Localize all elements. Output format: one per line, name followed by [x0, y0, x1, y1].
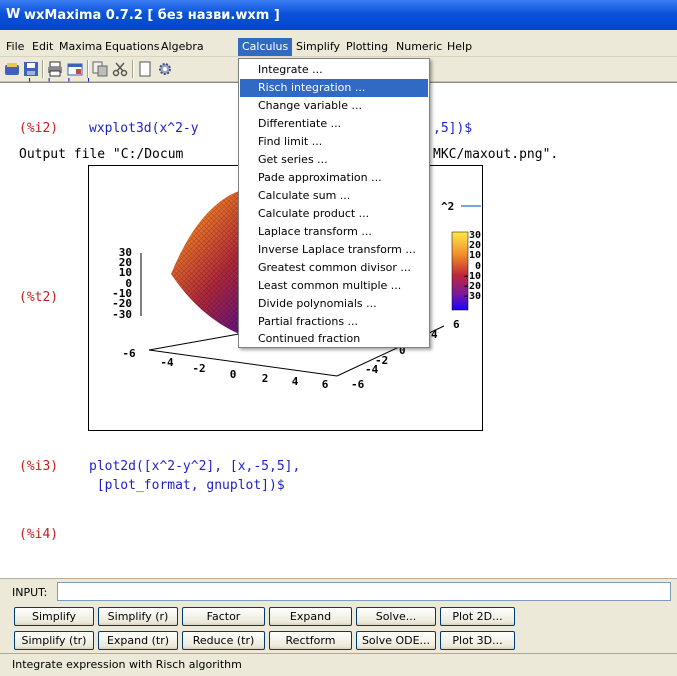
- solve-button[interactable]: Solve...: [356, 607, 436, 626]
- menu-item-lcm[interactable]: Least common multiple ...: [240, 277, 428, 295]
- menu-item-risch-integration[interactable]: Risch integration ...: [240, 79, 428, 97]
- menu-edit[interactable]: Edit: [28, 38, 57, 56]
- cut-icon[interactable]: [111, 60, 129, 78]
- menu-item-continued-fraction[interactable]: Continued fraction: [240, 331, 428, 347]
- menu-item-calculate-sum[interactable]: Calculate sum ...: [240, 187, 428, 205]
- menu-item-find-limit[interactable]: Find limit ...: [240, 133, 428, 151]
- menu-calculus[interactable]: Calculus: [238, 38, 293, 56]
- menu-simplify[interactable]: Simplify: [292, 38, 344, 56]
- open-icon[interactable]: [3, 60, 21, 78]
- status-bar: Integrate expression with Risch algorith…: [0, 653, 677, 676]
- preferences-icon[interactable]: [66, 60, 84, 78]
- cell-label-t2: (%t2): [19, 290, 59, 305]
- y-tick-neg2: -2: [375, 354, 388, 367]
- y-tick-6: 6: [453, 318, 460, 331]
- x-axis: [148, 349, 338, 377]
- cell-input-i3-line1[interactable]: plot2d([x^2-y^2], [x,-5,5],: [89, 459, 300, 474]
- toolbar-separator: [42, 60, 44, 78]
- menu-file[interactable]: File: [2, 38, 28, 56]
- print-icon[interactable]: [46, 60, 64, 78]
- menu-item-get-series[interactable]: Get series ...: [240, 151, 428, 169]
- input-bar: INPUT:: [0, 578, 677, 605]
- menu-help[interactable]: Help: [443, 38, 476, 56]
- save-icon[interactable]: [22, 60, 40, 78]
- menu-item-differentiate[interactable]: Differentiate ...: [240, 115, 428, 133]
- cell-label-i3: (%i3): [19, 459, 59, 474]
- menu-item-pade-approximation[interactable]: Pade approximation ...: [240, 169, 428, 187]
- x-tick-neg4: -4: [160, 356, 174, 369]
- x-tick-6: 6: [322, 378, 329, 391]
- expand-tr-button[interactable]: Expand (tr): [98, 631, 178, 650]
- copy-icon[interactable]: [91, 60, 109, 78]
- factor-button[interactable]: Factor: [182, 607, 265, 626]
- cbar-tick-neg30: -30: [463, 291, 481, 302]
- menu-item-calculate-product[interactable]: Calculate product ...: [240, 205, 428, 223]
- plot-legend-label: ^2: [441, 200, 454, 213]
- output-file-line: Output file "C:/Docum: [19, 147, 184, 162]
- x-tick-neg2: -2: [192, 362, 205, 375]
- toolbar-separator: [87, 60, 89, 78]
- plot2d-button[interactable]: Plot 2D...: [440, 607, 515, 626]
- cbar-tick-10: 10: [469, 250, 481, 261]
- output-file-line-tail: MKC/maxout.png".: [433, 147, 559, 162]
- gear-icon[interactable]: [156, 60, 174, 78]
- menu-equations[interactable]: Equations: [101, 38, 163, 56]
- scrolled-text-fragment: ' ' ' ': [6, 77, 95, 92]
- button-row-1: Simplify Simplify (r) Factor Expand Solv…: [0, 607, 677, 628]
- new-icon[interactable]: [136, 60, 154, 78]
- plot3d-button[interactable]: Plot 3D...: [440, 631, 515, 650]
- menu-numeric[interactable]: Numeric: [392, 38, 446, 56]
- cell-input-i2-tail[interactable]: ,5])$: [433, 121, 472, 136]
- x-tick-neg6: -6: [122, 347, 136, 360]
- calculus-menu: Integrate ... Risch integration ... Chan…: [238, 58, 430, 348]
- status-text: Integrate expression with Risch algorith…: [12, 658, 242, 671]
- expand-button[interactable]: Expand: [269, 607, 352, 626]
- cell-label-i2: (%i2): [19, 121, 59, 136]
- reduce-tr-button[interactable]: Reduce (tr): [182, 631, 265, 650]
- x-tick-0: 0: [230, 368, 237, 381]
- x-tick-2: 2: [262, 372, 269, 385]
- y-tick-neg6: -6: [351, 378, 365, 391]
- button-row-2: Simplify (tr) Expand (tr) Reduce (tr) Re…: [0, 631, 677, 652]
- input-field[interactable]: [57, 582, 671, 601]
- rectform-button[interactable]: Rectform: [269, 631, 352, 650]
- z-tick-neg30: -30: [112, 308, 132, 321]
- menu-algebra[interactable]: Algebra: [157, 38, 208, 56]
- cell-label-i4: (%i4): [19, 527, 59, 542]
- simplify-tr-button[interactable]: Simplify (tr): [14, 631, 94, 650]
- menu-maxima[interactable]: Maxima: [55, 38, 106, 56]
- simplify-r-button[interactable]: Simplify (r): [98, 607, 178, 626]
- x-tick-4: 4: [292, 375, 299, 388]
- simplify-button[interactable]: Simplify: [14, 607, 94, 626]
- solve-ode-button[interactable]: Solve ODE...: [356, 631, 436, 650]
- menu-item-integrate[interactable]: Integrate ...: [240, 61, 428, 79]
- y-tick-4: 4: [431, 328, 438, 341]
- wxmaxima-icon: W: [6, 7, 21, 22]
- toolbar-separator: [132, 60, 134, 78]
- menu-item-gcd[interactable]: Greatest common divisor ...: [240, 259, 428, 277]
- menu-plotting[interactable]: Plotting: [342, 38, 392, 56]
- menu-item-partial-fractions[interactable]: Partial fractions ...: [240, 313, 428, 331]
- menu-item-inverse-laplace[interactable]: Inverse Laplace transform ...: [240, 241, 428, 259]
- menu-item-divide-polynomials[interactable]: Divide polynomials ...: [240, 295, 428, 313]
- input-label: INPUT:: [12, 586, 48, 599]
- menu-item-laplace-transform[interactable]: Laplace transform ...: [240, 223, 428, 241]
- cell-input-i2[interactable]: wxplot3d(x^2-y: [89, 121, 199, 136]
- cell-input-i3-line2[interactable]: [plot_format, gnuplot])$: [89, 478, 285, 493]
- window-title: wxMaxima 0.7.2 [ без назви.wxm ]: [24, 8, 280, 23]
- title-bar: W wxMaxima 0.7.2 [ без назви.wxm ]: [0, 0, 677, 30]
- menu-bar: File Edit Maxima Equations Algebra Calcu…: [0, 38, 677, 57]
- menu-item-change-variable[interactable]: Change variable ...: [240, 97, 428, 115]
